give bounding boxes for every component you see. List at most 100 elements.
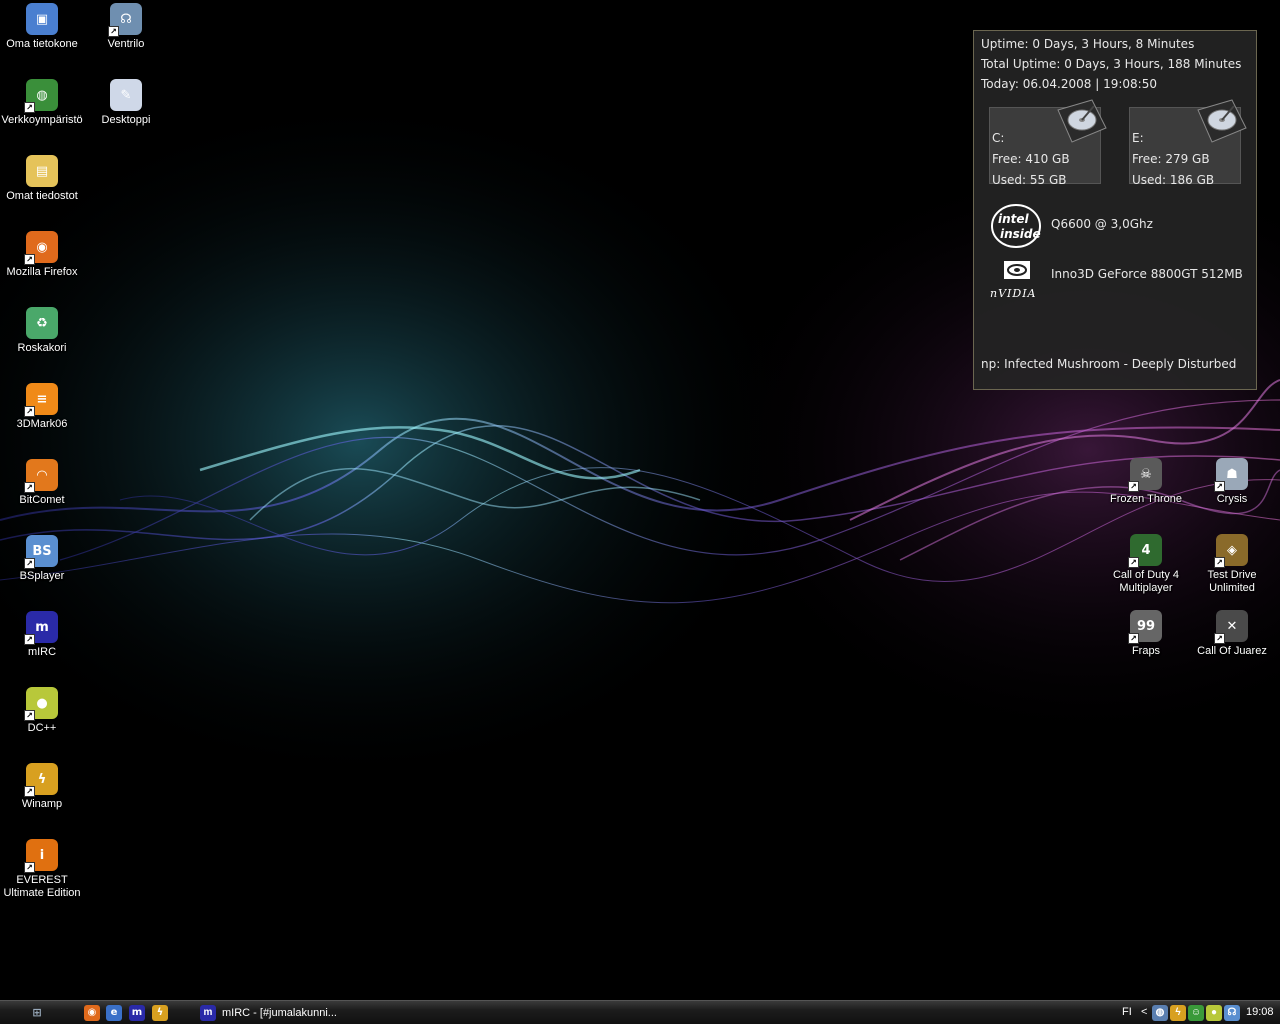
shortcut-arrow-icon: ↗ [24, 634, 35, 645]
shortcut-arrow-icon: ↗ [1128, 557, 1139, 568]
test-drive-icon: ◈ ↗ [1214, 534, 1248, 568]
drive-name: E: [1132, 131, 1144, 145]
desktop-icon[interactable]: ✎ Desktoppi [84, 79, 168, 127]
svg-text:inside: inside [1000, 227, 1041, 241]
desktop-icon-label: DC++ [27, 722, 57, 734]
bitcomet-icon: ◠ ↗ [24, 459, 58, 493]
svg-text:intel: intel [998, 212, 1030, 226]
recycle-bin-icon: ♻ [26, 307, 58, 339]
language-indicator[interactable]: FI [1122, 1006, 1132, 1018]
desktop-icon-label: Verkkoympäristö [1, 114, 83, 126]
desktop-icon-label: BSplayer [19, 570, 65, 582]
drive-free: Free: 410 GB [992, 152, 1070, 166]
desktop-icon[interactable]: ▤ Omat tiedostot [0, 155, 84, 203]
desktop-icon-label: BitComet [19, 494, 65, 506]
shortcut-arrow-icon: ↗ [24, 786, 35, 797]
desktop-icon-label: Desktoppi [101, 114, 151, 126]
messenger-tray-icon[interactable]: ☺ [1188, 1005, 1204, 1021]
desktop-icon[interactable]: ☊ ↗ Ventrilo [84, 3, 168, 51]
desktop-icon[interactable]: BS ↗ BSplayer [0, 535, 84, 583]
desktop[interactable]: ▣ Oma tietokone ◍ ↗ Verkkoympäristö ▤ Omat tie… [0, 0, 1280, 1000]
desktop-icon[interactable]: ▣ Oma tietokone [0, 3, 84, 51]
drive-e-panel: E: Free: 279 GB Used: 186 GB [1129, 99, 1247, 187]
ventrilo-tray-icon[interactable]: ☊ [1224, 1005, 1240, 1021]
desktop-icon-label: mIRC [27, 646, 57, 658]
shortcut-arrow-icon: ↗ [1214, 557, 1225, 568]
drive-used: Used: 186 GB [1132, 173, 1215, 187]
uptime-text: Uptime: 0 Days, 3 Hours, 8 Minutes [981, 37, 1195, 51]
crysis-icon: ☗ ↗ [1214, 458, 1248, 492]
desktop-icon[interactable]: ϟ ↗ Winamp [0, 763, 84, 811]
desktop-icon[interactable]: m ↗ mIRC [0, 611, 84, 659]
3dmark-icon: ≡ ↗ [24, 383, 58, 417]
quicklaunch-mirc-icon[interactable]: m [129, 1005, 145, 1021]
cpu-text: Q6600 @ 3,0Ghz [1051, 217, 1153, 231]
drive-name: C: [992, 131, 1005, 145]
winamp-icon: ϟ ↗ [24, 763, 58, 797]
my-documents-icon: ▤ [26, 155, 58, 187]
desktop-icon-label: Fraps [1131, 645, 1161, 657]
cod4-icon: 4 ↗ [1128, 534, 1162, 568]
desktop-icon[interactable]: ● ↗ DC++ [0, 687, 84, 735]
quicklaunch-firefox-icon[interactable]: ◉ [84, 1005, 100, 1021]
drive-free: Free: 279 GB [1132, 152, 1210, 166]
desktop-icon-label: Test Drive Unlimited [1207, 569, 1257, 594]
gpu-text: Inno3D GeForce 8800GT 512MB [1051, 267, 1243, 281]
quicklaunch-ie-icon[interactable]: e [106, 1005, 122, 1021]
quicklaunch-winamp-icon[interactable]: ϟ [152, 1005, 168, 1021]
intel-inside-logo-icon: intel inside [991, 204, 1041, 248]
tray-expand-arrow[interactable]: < [1141, 1006, 1147, 1018]
shortcut-arrow-icon: ↗ [24, 558, 35, 569]
ventrilo-icon: ☊ ↗ [108, 3, 142, 37]
drive-c-panel: C: Free: 410 GB Used: 55 GB [989, 99, 1107, 187]
desktop-icon-label: Call of Duty 4 Multiplayer [1112, 569, 1180, 594]
system-tray: FI < ◍ ϟ ☺ ● ☊ 19:08 [1116, 1001, 1280, 1024]
shortcut-arrow-icon: ↗ [1214, 481, 1225, 492]
shortcut-arrow-icon: ↗ [108, 26, 119, 37]
desktop-icon-label: Winamp [21, 798, 63, 810]
start-button[interactable]: ⊞ [29, 1005, 45, 1021]
my-computer-icon: ▣ [26, 3, 58, 35]
total-uptime-text: Total Uptime: 0 Days, 3 Hours, 188 Minut… [981, 57, 1242, 71]
desktop-icon-label: Mozilla Firefox [6, 266, 78, 278]
desktop-icon[interactable]: ≡ ↗ 3DMark06 [0, 383, 84, 431]
mirc-icon: m [200, 1005, 216, 1021]
desktop-icon-label: Frozen Throne [1110, 493, 1182, 505]
desktoppi-icon: ✎ [110, 79, 142, 111]
now-playing-text: np: Infected Mushroom - Deeply Disturbed [981, 357, 1237, 371]
shortcut-arrow-icon: ↗ [24, 254, 35, 265]
desktop-icon[interactable]: ♻ Roskakori [0, 307, 84, 355]
desktop-icon[interactable]: 99 ↗ Fraps [1104, 610, 1188, 658]
desktop-icon[interactable]: ◉ ↗ Mozilla Firefox [0, 231, 84, 279]
dcpp-tray-icon[interactable]: ● [1206, 1005, 1222, 1021]
desktop-icon[interactable]: ◠ ↗ BitComet [0, 459, 84, 507]
taskbar-button-mirc[interactable]: m mIRC - [#jumalakunni... [196, 1003, 346, 1023]
desktop-icon-label: Ventrilo [107, 38, 145, 50]
desktop-icon[interactable]: ✕ ↗ Call Of Juarez [1190, 610, 1274, 658]
shortcut-arrow-icon: ↗ [24, 862, 35, 873]
desktop-icon-label: EVEREST Ultimate Edition [3, 874, 81, 899]
desktop-icon[interactable]: i ↗ EVEREST Ultimate Edition [0, 839, 84, 900]
desktop-icon[interactable]: 4 ↗ Call of Duty 4 Multiplayer [1104, 534, 1188, 595]
desktop-icon-label: Crysis [1216, 493, 1248, 505]
sysinfo-widget: Uptime: 0 Days, 3 Hours, 8 Minutes Total… [973, 30, 1257, 390]
drive-used: Used: 55 GB [992, 173, 1067, 187]
winamp-tray-icon[interactable]: ϟ [1170, 1005, 1186, 1021]
everest-icon: i ↗ [24, 839, 58, 873]
desktop-icon[interactable]: ☗ ↗ Crysis [1190, 458, 1274, 506]
shortcut-arrow-icon: ↗ [24, 482, 35, 493]
call-of-juarez-icon: ✕ ↗ [1214, 610, 1248, 644]
clock[interactable]: 19:08 [1246, 1006, 1274, 1018]
dcpp-icon: ● ↗ [24, 687, 58, 721]
desktop-icon[interactable]: ☠ ↗ Frozen Throne [1104, 458, 1188, 506]
desktop-icon-label: 3DMark06 [16, 418, 68, 430]
fraps-icon: 99 ↗ [1128, 610, 1162, 644]
mirc-icon: m ↗ [24, 611, 58, 645]
bsplayer-icon: BS ↗ [24, 535, 58, 569]
desktop-icon[interactable]: ◈ ↗ Test Drive Unlimited [1190, 534, 1274, 595]
shortcut-arrow-icon: ↗ [24, 406, 35, 417]
firefox-icon: ◉ ↗ [24, 231, 58, 265]
desktop-icon[interactable]: ◍ ↗ Verkkoympäristö [0, 79, 84, 127]
network-tray-icon[interactable]: ◍ [1152, 1005, 1168, 1021]
desktop-icon-label: Call Of Juarez [1197, 645, 1267, 657]
